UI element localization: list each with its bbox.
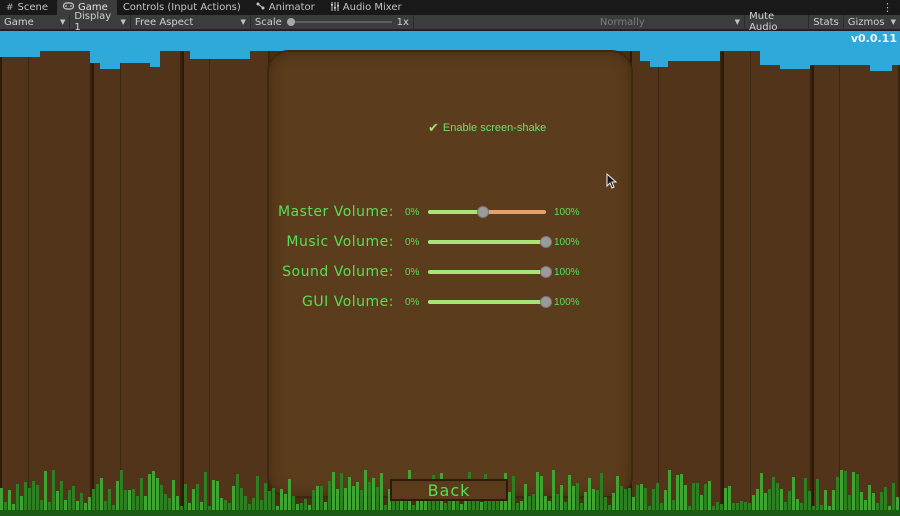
master-volume-label: Master Volume:	[277, 204, 394, 220]
gizmos-label: Gizmos	[847, 16, 885, 28]
chevron-down-icon: ▼	[59, 18, 66, 26]
scale-value: 1x	[396, 16, 409, 28]
mute-audio-button[interactable]: Mute Audio	[745, 11, 810, 33]
scale-slider[interactable]	[286, 18, 392, 26]
sky-drip	[780, 63, 810, 69]
fence-plank	[0, 49, 92, 516]
aspect-value: Free Aspect	[134, 16, 194, 28]
volume-max-label: 100%	[554, 267, 580, 278]
stats-button[interactable]: Stats	[809, 14, 844, 30]
tab-controls[interactable]: Controls (Input Actions)	[117, 0, 250, 15]
slider-knob[interactable]	[540, 236, 552, 248]
more-options-icon[interactable]: ⋮	[882, 1, 900, 14]
gui-volume-row: GUI Volume: 0% 100%	[250, 292, 650, 312]
slider-knob[interactable]	[477, 206, 490, 218]
chevron-down-icon: ▼	[240, 18, 246, 26]
fence-plank	[812, 49, 900, 516]
checkmark-icon: ✔	[428, 120, 439, 135]
ground-strip	[0, 510, 900, 516]
tab-animator[interactable]: Animator	[250, 0, 324, 15]
sky-strip	[0, 31, 900, 51]
tab-scene[interactable]: # Scene	[0, 0, 57, 15]
gamepad-icon	[62, 2, 75, 13]
music-volume-row: Music Volume: 0% 100%	[250, 232, 650, 252]
sky-drip	[870, 63, 892, 71]
play-mode-dropdown[interactable]: Normally ▼	[414, 14, 746, 30]
view-mode-dropdown[interactable]: Game ▼	[0, 14, 71, 30]
chevron-down-icon: ▼	[890, 18, 896, 26]
fence-plank	[92, 49, 182, 516]
volume-min-label: 0%	[405, 297, 420, 308]
gizmos-dropdown[interactable]: Gizmos ▼	[844, 15, 900, 30]
tab-audio-mixer-label: Audio Mixer	[342, 2, 402, 13]
aspect-dropdown[interactable]: Free Aspect ▼	[131, 14, 251, 30]
screen-shake-label: Enable screen-shake	[442, 122, 547, 134]
slider-fill	[428, 240, 546, 244]
chevron-down-icon: ▼	[734, 18, 741, 26]
scale-control: Scale 1x	[251, 14, 414, 30]
master-volume-slider[interactable]	[428, 206, 546, 218]
sky-drip	[190, 49, 250, 59]
slider-fill	[428, 300, 546, 304]
gui-volume-slider[interactable]	[428, 296, 552, 308]
master-volume-row: Master Volume: 0% 100%	[250, 202, 650, 222]
volume-min-label: 0%	[405, 237, 420, 248]
fence-plank	[630, 49, 722, 516]
scale-label: Scale	[254, 16, 282, 28]
animator-icon	[256, 2, 265, 13]
sky-drip	[650, 59, 668, 67]
play-mode-value: Normally	[599, 16, 645, 28]
tab-scene-label: Scene	[17, 2, 49, 13]
volume-min-label: 0%	[405, 267, 420, 278]
gui-volume-label: GUI Volume:	[302, 294, 394, 310]
slider-knob[interactable]	[540, 296, 552, 308]
chevron-down-icon: ▼	[120, 18, 126, 26]
volume-min-label: 0%	[405, 207, 420, 218]
fence-plank	[182, 49, 270, 516]
game-viewport[interactable]: v0.0.11 ✔ Enable screen-shake Master Vol…	[0, 31, 900, 516]
fence-plank	[722, 49, 812, 516]
mute-audio-label: Mute Audio	[749, 11, 778, 33]
back-button-label: Back	[427, 480, 471, 500]
volume-max-label: 100%	[554, 297, 580, 308]
view-mode-value: Game	[4, 16, 34, 28]
display-value: Display 1	[74, 11, 112, 33]
sound-volume-label: Sound Volume:	[282, 264, 394, 280]
sky-drip	[100, 61, 120, 69]
mouse-cursor-icon	[606, 173, 618, 189]
sky-drip	[0, 49, 40, 57]
audio-mixer-icon	[330, 1, 339, 14]
hash-grid-icon: #	[6, 2, 14, 13]
slider-knob[interactable]	[540, 266, 552, 278]
slider-fill	[428, 270, 546, 274]
tab-audio-mixer[interactable]: Audio Mixer	[324, 0, 411, 15]
game-view-toolbar: Game ▼ Display 1 ▼ Free Aspect ▼ Scale 1…	[0, 11, 900, 33]
music-volume-slider[interactable]	[428, 236, 552, 248]
volume-max-label: 100%	[554, 237, 580, 248]
volume-max-label: 100%	[554, 207, 580, 218]
sky-drip	[150, 61, 160, 67]
slider-fill	[428, 210, 484, 214]
tab-controls-label: Controls (Input Actions)	[122, 2, 241, 13]
sound-volume-row: Sound Volume: 0% 100%	[250, 262, 650, 282]
display-dropdown[interactable]: Display 1 ▼	[70, 11, 131, 33]
tab-animator-label: Animator	[268, 2, 315, 13]
version-label: v0.0.11	[850, 32, 897, 45]
back-button[interactable]: Back	[390, 479, 508, 501]
screen-shake-toggle[interactable]: ✔ Enable screen-shake	[428, 120, 546, 136]
music-volume-label: Music Volume:	[286, 234, 394, 250]
stats-label: Stats	[813, 16, 839, 28]
sound-volume-slider[interactable]	[428, 266, 552, 278]
scale-slider-knob[interactable]	[286, 18, 295, 26]
